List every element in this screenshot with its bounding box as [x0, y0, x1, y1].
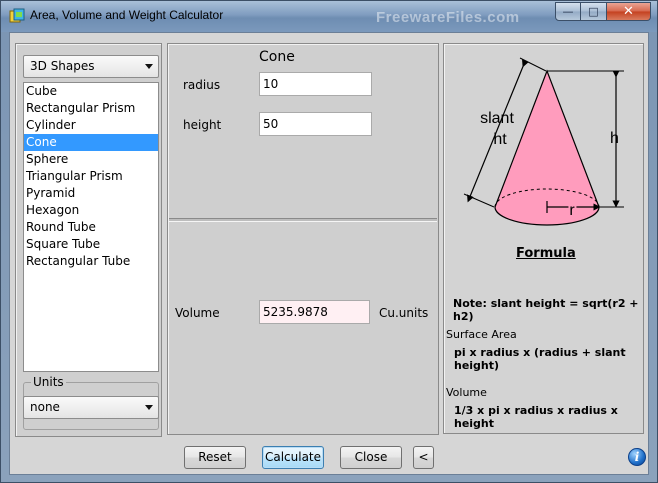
minimize-icon: — — [562, 5, 574, 18]
surface-area-label: Surface Area — [446, 328, 517, 341]
formula-panel: slant ht h r Formula Note: slant height … — [443, 43, 644, 434]
units-label: Units — [31, 375, 66, 389]
shape-list-item[interactable]: Cone — [24, 134, 158, 151]
slant-label-top: slant — [480, 110, 514, 127]
close-button[interactable]: Close — [340, 446, 402, 469]
units-dropdown[interactable]: none — [23, 396, 159, 419]
panel-divider — [169, 218, 437, 222]
shape-list-item[interactable]: Cylinder — [24, 117, 158, 134]
slant-ext-bottom — [463, 193, 495, 208]
shape-list[interactable]: Cube Rectangular Prism Cylinder Cone Sphere T… — [23, 82, 159, 372]
info-icon[interactable]: i — [628, 448, 646, 466]
volume-label: Volume — [175, 306, 220, 320]
volume-units-label: Cu.units — [379, 306, 429, 320]
cone-diagram: slant ht h r — [463, 57, 624, 226]
app-icon — [9, 8, 25, 23]
height-label: height — [183, 118, 222, 132]
minimize-button[interactable]: — — [555, 2, 581, 21]
watermark-text: FreewareFiles.com — [376, 9, 520, 26]
shape-title: Cone — [259, 49, 295, 65]
collapse-panel-button[interactable]: < — [413, 446, 434, 469]
height-label-diagram: h — [610, 130, 619, 147]
units-value: none — [30, 400, 60, 414]
shape-category-dropdown[interactable]: 3D Shapes — [23, 55, 159, 78]
title-bar[interactable]: Area, Volume and Weight Calculator Freew… — [1, 1, 657, 32]
window-controls: — □ ✕ — [555, 2, 651, 21]
client-area: 3D Shapes Cube Rectangular Prism Cylinder C… — [9, 32, 649, 475]
window-title: Area, Volume and Weight Calculator — [30, 8, 224, 22]
units-group: Units none — [23, 375, 159, 430]
radius-input[interactable]: 10 — [259, 72, 372, 96]
shape-selection-panel: 3D Shapes Cube Rectangular Prism Cylinder C… — [15, 43, 162, 437]
shape-list-item[interactable]: Sphere — [24, 151, 158, 168]
calculate-button[interactable]: Calculate — [262, 446, 324, 469]
shape-category-value: 3D Shapes — [30, 59, 95, 73]
close-icon: ✕ — [623, 4, 634, 19]
maximize-icon: □ — [588, 5, 599, 18]
volume-formula: 1/3 x pi x radius x radius x height — [454, 404, 618, 430]
shape-list-item[interactable]: Hexagon — [24, 202, 158, 219]
shape-list-item[interactable]: Pyramid — [24, 185, 158, 202]
slant-height-note: Note: slant height = sqrt(r2 + h2) — [453, 297, 639, 323]
radius-label: radius — [183, 78, 221, 92]
volume-result: 5235.9878 — [259, 300, 370, 324]
input-panel: Cone radius 10 height 50 Volume 5235.987… — [167, 43, 439, 435]
chevron-down-icon — [145, 64, 153, 69]
reset-button[interactable]: Reset — [184, 446, 246, 469]
slant-label-bottom: ht — [493, 131, 507, 148]
shape-list-item[interactable]: Round Tube — [24, 219, 158, 236]
close-window-button[interactable]: ✕ — [607, 2, 651, 21]
chevron-down-icon — [145, 405, 153, 410]
shape-list-item[interactable]: Rectangular Prism — [24, 100, 158, 117]
maximize-button[interactable]: □ — [581, 2, 607, 21]
surface-area-formula: pi x radius x (radius + slant height) — [454, 346, 626, 372]
shape-list-item[interactable]: Triangular Prism — [24, 168, 158, 185]
height-input[interactable]: 50 — [259, 112, 372, 136]
shape-list-item[interactable]: Cube — [24, 83, 158, 100]
radius-label-diagram: r — [569, 202, 575, 219]
shape-list-item[interactable]: Square Tube — [24, 236, 158, 253]
shape-list-item[interactable]: Rectangular Tube — [24, 253, 158, 270]
volume-formula-label: Volume — [446, 386, 487, 399]
formula-title: Formula — [516, 246, 576, 261]
app-window: Area, Volume and Weight Calculator Freew… — [0, 0, 658, 483]
